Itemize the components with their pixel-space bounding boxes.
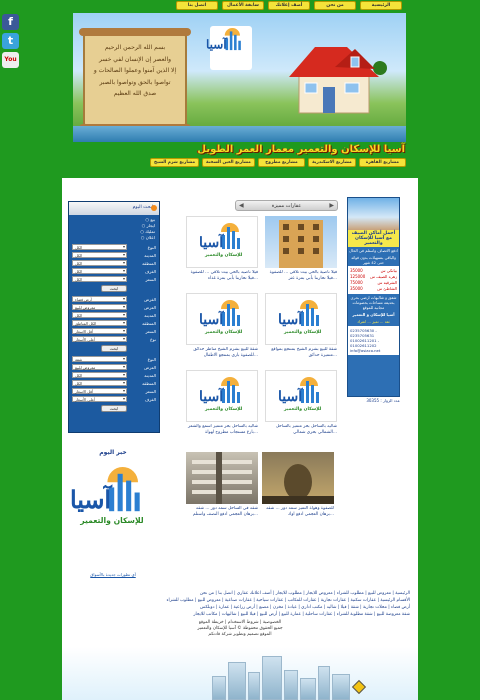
banner-logo: آسيا [206,26,252,70]
deal-link[interactable]: أي تطورات جديدة بالأسواق [70,572,156,577]
search-select[interactable]: الكل [72,380,127,386]
nav-projects-sokhna[interactable]: مشاريع العين السخنة [202,158,255,167]
nav-projects-alexandria[interactable]: مشاريع الاسكندرية [308,158,356,167]
ad-text: والباقي بتسهيلات بدون فوائد حتى 42 شهر [351,255,396,265]
verse-scroll: بسم الله الرحمن الرحيم والعصر إن الإنسان… [79,28,191,132]
search-button[interactable]: ابحث [101,285,127,292]
ad-headline: أجمل أماكن الصيف مع آسيا للإسكان والتعمي… [348,230,399,247]
nav-home[interactable]: الرئيسية [360,1,402,10]
search-select[interactable]: الكل [72,372,127,378]
deal-of-day[interactable]: خبر اليوم آسيا للإسكان والتعمير أي تطورا… [70,449,156,577]
site-tagline: آسيا للإسكان والتعمير معمار العمر الطويل [197,144,405,155]
water-strip [73,126,406,142]
footer-copyright: الخصوصية | شروط الاستخدام | خريطة الموقع… [197,620,283,637]
listing-card[interactable]: فيلا ناصية بالحي بيت نلاقي ... للصفوة في… [265,216,337,290]
listing-caption[interactable]: للصفوة وهواة التميز سمه دور ... شقه برها… [262,506,334,526]
listing-caption[interactable]: شاليه بالساحل بحر متميز بالساحل الشمالي … [265,424,337,444]
listing-caption[interactable]: شقه في الساحل سمه دور ... شقه برهان العج… [186,506,258,526]
nav-add-ad[interactable]: أضف إعلانك [268,1,310,10]
projects-nav: مشاريع القاهرة مشاريع الاسكندرية مشاريع … [150,158,406,168]
ad-company: آسيا للإسكان و التعمير [352,312,395,317]
search-select[interactable]: معروض للبيع [72,364,127,370]
ad-image [348,198,399,230]
search-button[interactable]: ابحث [101,405,127,412]
nav-portfolio[interactable]: سابقة الأعمال [222,1,264,10]
listing-image[interactable]: آسيا للإسكان والتعمير [186,293,258,345]
nav-projects-cairo[interactable]: مشاريع القاهرة [358,158,406,167]
house-illustration [289,47,379,114]
listing-caption[interactable]: شاليه بالساحل بحر متميز اسمع والشعر بارع… [186,424,258,444]
listing-image[interactable] [262,452,334,504]
listing-caption[interactable]: فيلا ناصيه بالحي بيت نلاقي ... للصفوة في… [186,270,258,290]
listing-card[interactable]: آسيا للإسكان والتعمير شقة للبيع بشرم الشي… [186,293,258,367]
ad-phones: 0235705630 - 0235705631 01002611201 - 01… [348,326,399,355]
ad-text: ادفع الاتصاف واستلم في الحال [349,248,398,253]
listing-card[interactable]: آسيا للإسكان والتعمير شاليه بالساحل بحر م… [265,370,337,444]
search-select[interactable]: معروض للبيع [72,304,127,310]
listing-card[interactable]: آسيا للإسكان والتعمير شاليه بالساحل بحر م… [186,370,258,444]
ad-motto: ثقة ... تميز ... انفراد [357,319,390,324]
search-select[interactable]: الكل [72,260,127,266]
footer-links[interactable]: الرئيسية | معروض للبيع | مطلوب للشراء | … [62,582,418,618]
search-select[interactable]: أرض فضاء [72,296,127,302]
listing-caption[interactable]: شقة للبيع بشرم الشيخ بمنتجع بمواقع متميز… [265,347,337,367]
deal-title: خبر اليوم [99,449,127,456]
search-select[interactable]: شقة [72,356,127,362]
search-icon [151,205,157,211]
arrow-left-icon[interactable]: ◀ [239,201,244,211]
visitor-counter: عدد الزوار : 30355 [366,398,400,403]
listing-card[interactable]: آسيا للإسكان والتعمير شقة للبيع بشرم الشي… [265,293,337,367]
listing-caption[interactable]: شقة للبيع بشرم الشيخ مناظر حدائق للصفوة … [186,347,258,367]
city-skyline [62,654,418,700]
nav-projects-sharm[interactable]: مشاريع شرم الشيخ [150,158,200,167]
search-select[interactable]: أعلى الأسعار [72,336,127,342]
search-select[interactable]: الكل المناطق [72,320,127,326]
nav-contact[interactable]: اتصل بنا [176,1,218,10]
search-select[interactable]: الكل [72,268,127,274]
header-banner: بسم الله الرحمن الرحيم والعصر إن الإنسان… [73,13,406,142]
search-select[interactable]: الكل [72,244,127,250]
search-select[interactable]: الكل [72,276,127,282]
ad-text: شقق و شاليهات ارضي بحري بحديقه مساحات بخ… [350,295,397,310]
nav-about[interactable]: من نحن [314,1,356,10]
arrow-right-icon[interactable]: ▶ [329,201,334,211]
listing-image[interactable] [186,452,258,504]
listing-image[interactable]: آسيا للإسكان والتعمير [186,216,258,268]
social-bar: f t You [2,14,20,71]
listing-image[interactable] [265,216,337,268]
listing-image[interactable]: آسيا للإسكان والتعمير [265,370,337,422]
listing-caption[interactable]: فيلا ناصية بالحي بيت نلاقي ... للصفوة في… [265,270,337,290]
search-box: ابحث اليوم ○ بيع ○ ايجار ○ تمليك ○ اعلان… [68,201,160,433]
featured-listings-title: ◀ عقارات مميزة ▶ [235,200,338,211]
road-sign-icon [351,679,367,695]
nav-projects-matrouh[interactable]: مشاريع مطروح [257,158,306,167]
youtube-icon[interactable]: You [2,52,19,68]
listing-card[interactable]: شقه في الساحل سمه دور ... شقه برهان العج… [186,452,258,526]
listing-card[interactable]: للصفوة وهواة التميز سمه دور ... شقه برها… [262,452,334,526]
search-select[interactable]: الكل [72,312,127,318]
ad-price-list: 35000 بيانكي س 125000 زهره الصيف س 75000 ال… [348,266,399,294]
promo-ad[interactable]: أجمل أماكن الصيف مع آسيا للإسكان والتعمي… [347,197,400,397]
listing-card[interactable]: آسيا للإسكان والتعمير فيلا ناصيه بالحي بي… [186,216,258,290]
listing-image[interactable]: آسيا للإسكان والتعمير [186,370,258,422]
search-type-radios[interactable]: ○ بيع ○ ايجار ○ تمليك ○ اعلان [69,215,159,243]
footer: الرئيسية | معروض للبيع | مطلوب للشراء | … [62,582,418,700]
company-logo: آسيا للإسكان والتعمير [70,467,152,532]
facebook-icon[interactable]: f [2,14,19,30]
top-nav: الرئيسية من نحن أضف إعلانك سابقة الأعمال… [176,1,402,11]
search-select[interactable]: أقل الاسعار [72,328,127,334]
search-select[interactable]: الكل [72,252,127,258]
twitter-icon[interactable]: t [2,33,19,49]
verse-text: بسم الله الرحمن الرحيم والعصر إن الإنسان… [93,44,177,97]
search-box-header: ابحث اليوم [69,202,159,215]
search-button[interactable]: ابحث [101,345,127,352]
listing-image[interactable]: آسيا للإسكان والتعمير [265,293,337,345]
search-select[interactable]: أقل الاسعار [72,388,127,394]
search-select[interactable]: أعلى الأسعار [72,396,127,402]
